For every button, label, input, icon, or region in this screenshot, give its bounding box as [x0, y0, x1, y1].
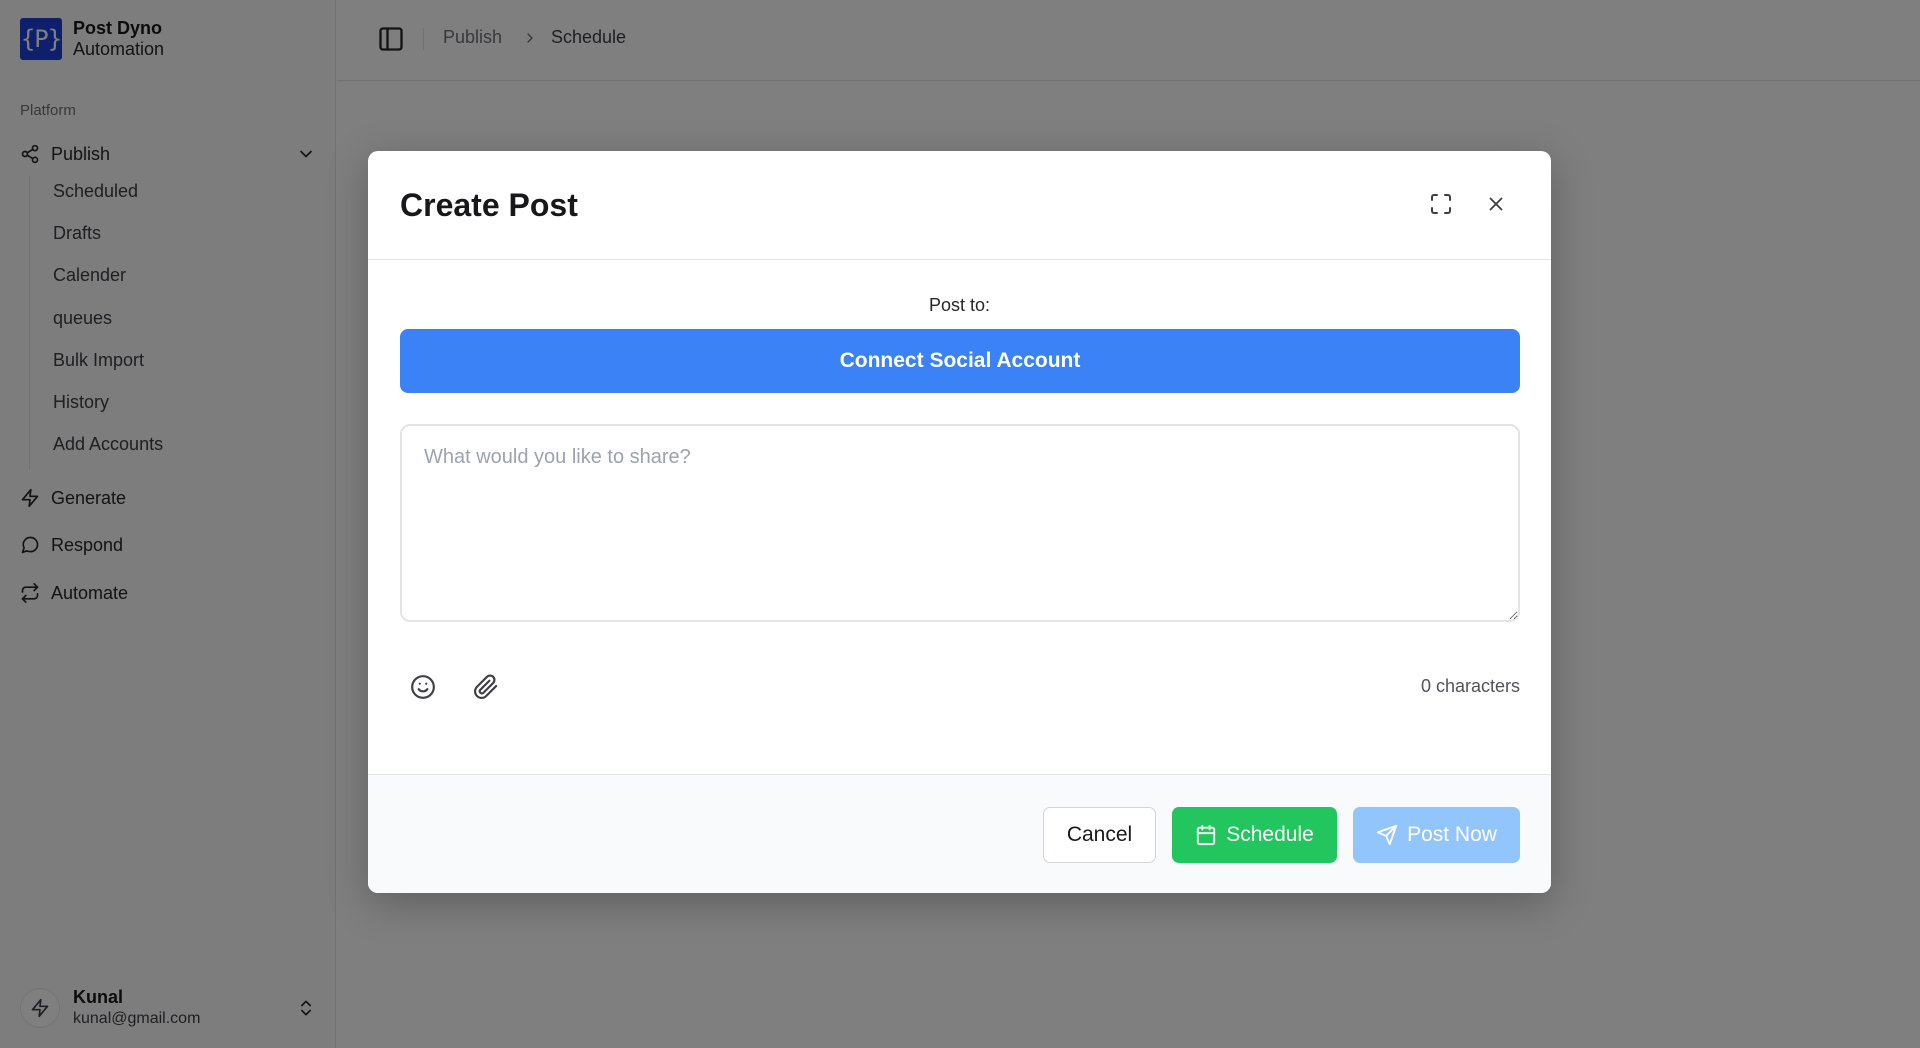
- post-now-button[interactable]: Post Now: [1353, 807, 1520, 863]
- schedule-button[interactable]: Schedule: [1172, 807, 1337, 863]
- attach-button[interactable]: [470, 671, 502, 703]
- dialog-title: Create Post: [400, 187, 578, 223]
- paperclip-icon: [474, 674, 498, 699]
- create-post-dialog: Create Post Post to: Connect Social Acco…: [368, 151, 1551, 893]
- post-content-input[interactable]: [400, 424, 1520, 622]
- connect-social-account-button[interactable]: Connect Social Account: [400, 329, 1520, 393]
- maximize-button[interactable]: [1427, 190, 1455, 218]
- close-icon: [1489, 197, 1503, 211]
- send-icon: [1376, 824, 1398, 846]
- schedule-label: Schedule: [1226, 823, 1314, 846]
- character-count: 0 characters: [1420, 676, 1520, 696]
- cancel-button[interactable]: Cancel: [1043, 807, 1156, 863]
- post-now-label: Post Now: [1407, 823, 1497, 846]
- post-to-label: Post to:: [928, 295, 991, 315]
- close-button[interactable]: [1482, 190, 1510, 218]
- cancel-label: Cancel: [1066, 823, 1133, 846]
- maximize-icon: [1431, 194, 1451, 214]
- header-divider: [368, 259, 1551, 260]
- emoji-button[interactable]: [407, 671, 439, 703]
- dialog-footer: Cancel Schedule Post Now: [368, 774, 1551, 893]
- calendar-icon: [1197, 824, 1216, 846]
- smile-icon: [411, 675, 435, 699]
